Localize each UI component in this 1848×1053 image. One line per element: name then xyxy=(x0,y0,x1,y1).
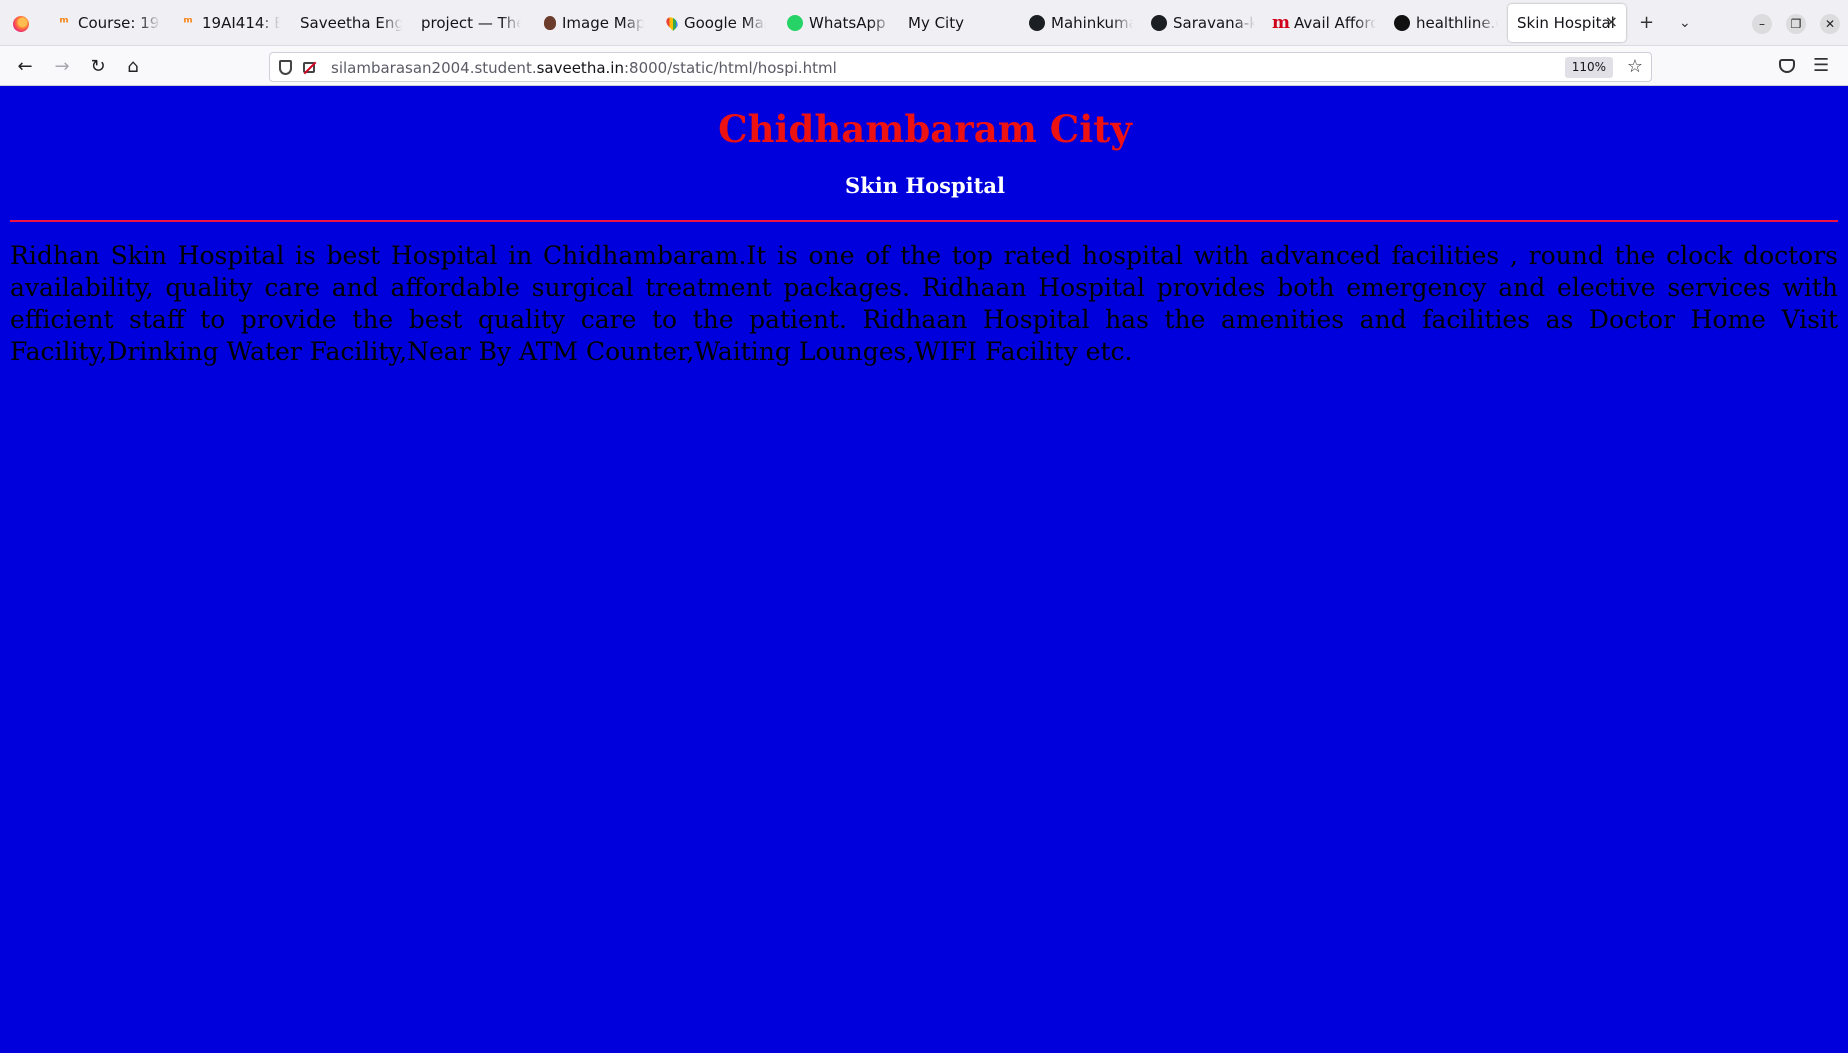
home-icon[interactable]: ⌂ xyxy=(121,55,145,79)
moodle-icon: ᵐ xyxy=(59,15,69,31)
healthline-icon xyxy=(1394,15,1410,31)
tab-project[interactable]: project — The xyxy=(421,4,521,42)
tab-avail-affordable[interactable]: m Avail Afford xyxy=(1272,4,1376,42)
new-tab-button[interactable]: + xyxy=(1639,13,1654,33)
tab-label: Saveetha Engin xyxy=(300,14,402,32)
tab-mahinkumar[interactable]: Mahinkuma xyxy=(1029,4,1133,42)
tab-course[interactable]: ᵐ Course: 19A xyxy=(56,4,160,42)
url-prefix: silambarasan2004.student. xyxy=(331,59,537,77)
tab-19ai414[interactable]: ᵐ 19AI414: Ex xyxy=(180,4,280,42)
list-all-tabs-icon[interactable]: ⌄ xyxy=(1679,13,1691,33)
tab-saravana[interactable]: Saravana-ku xyxy=(1151,4,1255,42)
tab-healthline[interactable]: healthline.c xyxy=(1394,4,1498,42)
reload-icon[interactable]: ↻ xyxy=(86,55,110,79)
close-window-icon[interactable]: ✕ xyxy=(1820,14,1840,34)
moodle-icon: ᵐ xyxy=(183,15,193,31)
maps-pin-icon xyxy=(664,15,680,31)
tab-label: Avail Afford xyxy=(1294,14,1376,32)
page-title: Chidhambaram City xyxy=(718,107,1132,151)
tab-label: Course: 19A xyxy=(78,14,160,32)
tab-label: Saravana-ku xyxy=(1173,14,1255,32)
url-path: :8000/static/html/hospi.html xyxy=(623,59,837,77)
back-icon[interactable]: ← xyxy=(13,55,37,79)
navigation-toolbar: ← → ↻ ⌂ silambarasan2004.student.saveeth… xyxy=(0,46,1848,86)
url-bar[interactable]: silambarasan2004.student.saveetha.in:800… xyxy=(269,52,1652,82)
pocket-icon[interactable] xyxy=(1779,59,1795,73)
tab-saveetha[interactable]: Saveetha Engin xyxy=(300,4,402,42)
tab-label: Google Map xyxy=(684,14,766,32)
zoom-level-badge[interactable]: 110% xyxy=(1564,57,1613,78)
firefox-icon[interactable] xyxy=(13,16,29,32)
github-icon xyxy=(1151,15,1167,31)
tab-label: My City xyxy=(908,14,964,32)
m-logo-icon: m xyxy=(1272,13,1290,33)
web-page: Chidhambaram City Skin Hospital Ridhan S… xyxy=(0,87,1848,1053)
horizontal-rule xyxy=(10,220,1838,222)
restore-icon[interactable]: ❐ xyxy=(1786,14,1806,34)
tab-google-maps[interactable]: Google Map xyxy=(664,4,766,42)
tab-label: healthline.c xyxy=(1416,14,1498,32)
url-text[interactable]: silambarasan2004.student.saveetha.in:800… xyxy=(331,59,837,77)
tab-whatsapp[interactable]: WhatsApp xyxy=(787,4,892,42)
bookmark-star-icon[interactable]: ☆ xyxy=(1627,56,1643,77)
close-tab-icon[interactable]: × xyxy=(1605,12,1618,31)
tab-skin-hospital[interactable]: Skin Hospital × xyxy=(1508,4,1626,42)
tracking-protection-icon[interactable] xyxy=(279,60,292,75)
tab-label: Skin Hospital xyxy=(1517,14,1615,32)
insecure-lock-icon[interactable] xyxy=(303,62,315,73)
shield-icon xyxy=(544,16,556,30)
tab-label: Mahinkuma xyxy=(1051,14,1133,32)
tab-label: 19AI414: Ex xyxy=(202,14,280,32)
tab-label: WhatsApp xyxy=(809,14,886,32)
github-icon xyxy=(1029,15,1045,31)
forward-icon[interactable]: → xyxy=(50,55,74,79)
tab-my-city[interactable]: My City xyxy=(908,4,1008,42)
minimize-icon[interactable]: – xyxy=(1752,14,1772,34)
tab-label: project — The xyxy=(421,14,521,32)
url-domain: saveetha.in xyxy=(536,59,624,77)
tab-strip: ᵐ Course: 19A ᵐ 19AI414: Ex Saveetha Eng… xyxy=(0,0,1848,46)
whatsapp-icon xyxy=(787,15,803,31)
hospital-description: Ridhan Skin Hospital is best Hospital in… xyxy=(10,241,1838,366)
page-subtitle: Skin Hospital xyxy=(845,173,1005,198)
tab-label: Image Mapp xyxy=(562,14,644,32)
hamburger-menu-icon[interactable]: ☰ xyxy=(1813,55,1829,76)
tab-image-mapping[interactable]: Image Mapp xyxy=(542,4,644,42)
